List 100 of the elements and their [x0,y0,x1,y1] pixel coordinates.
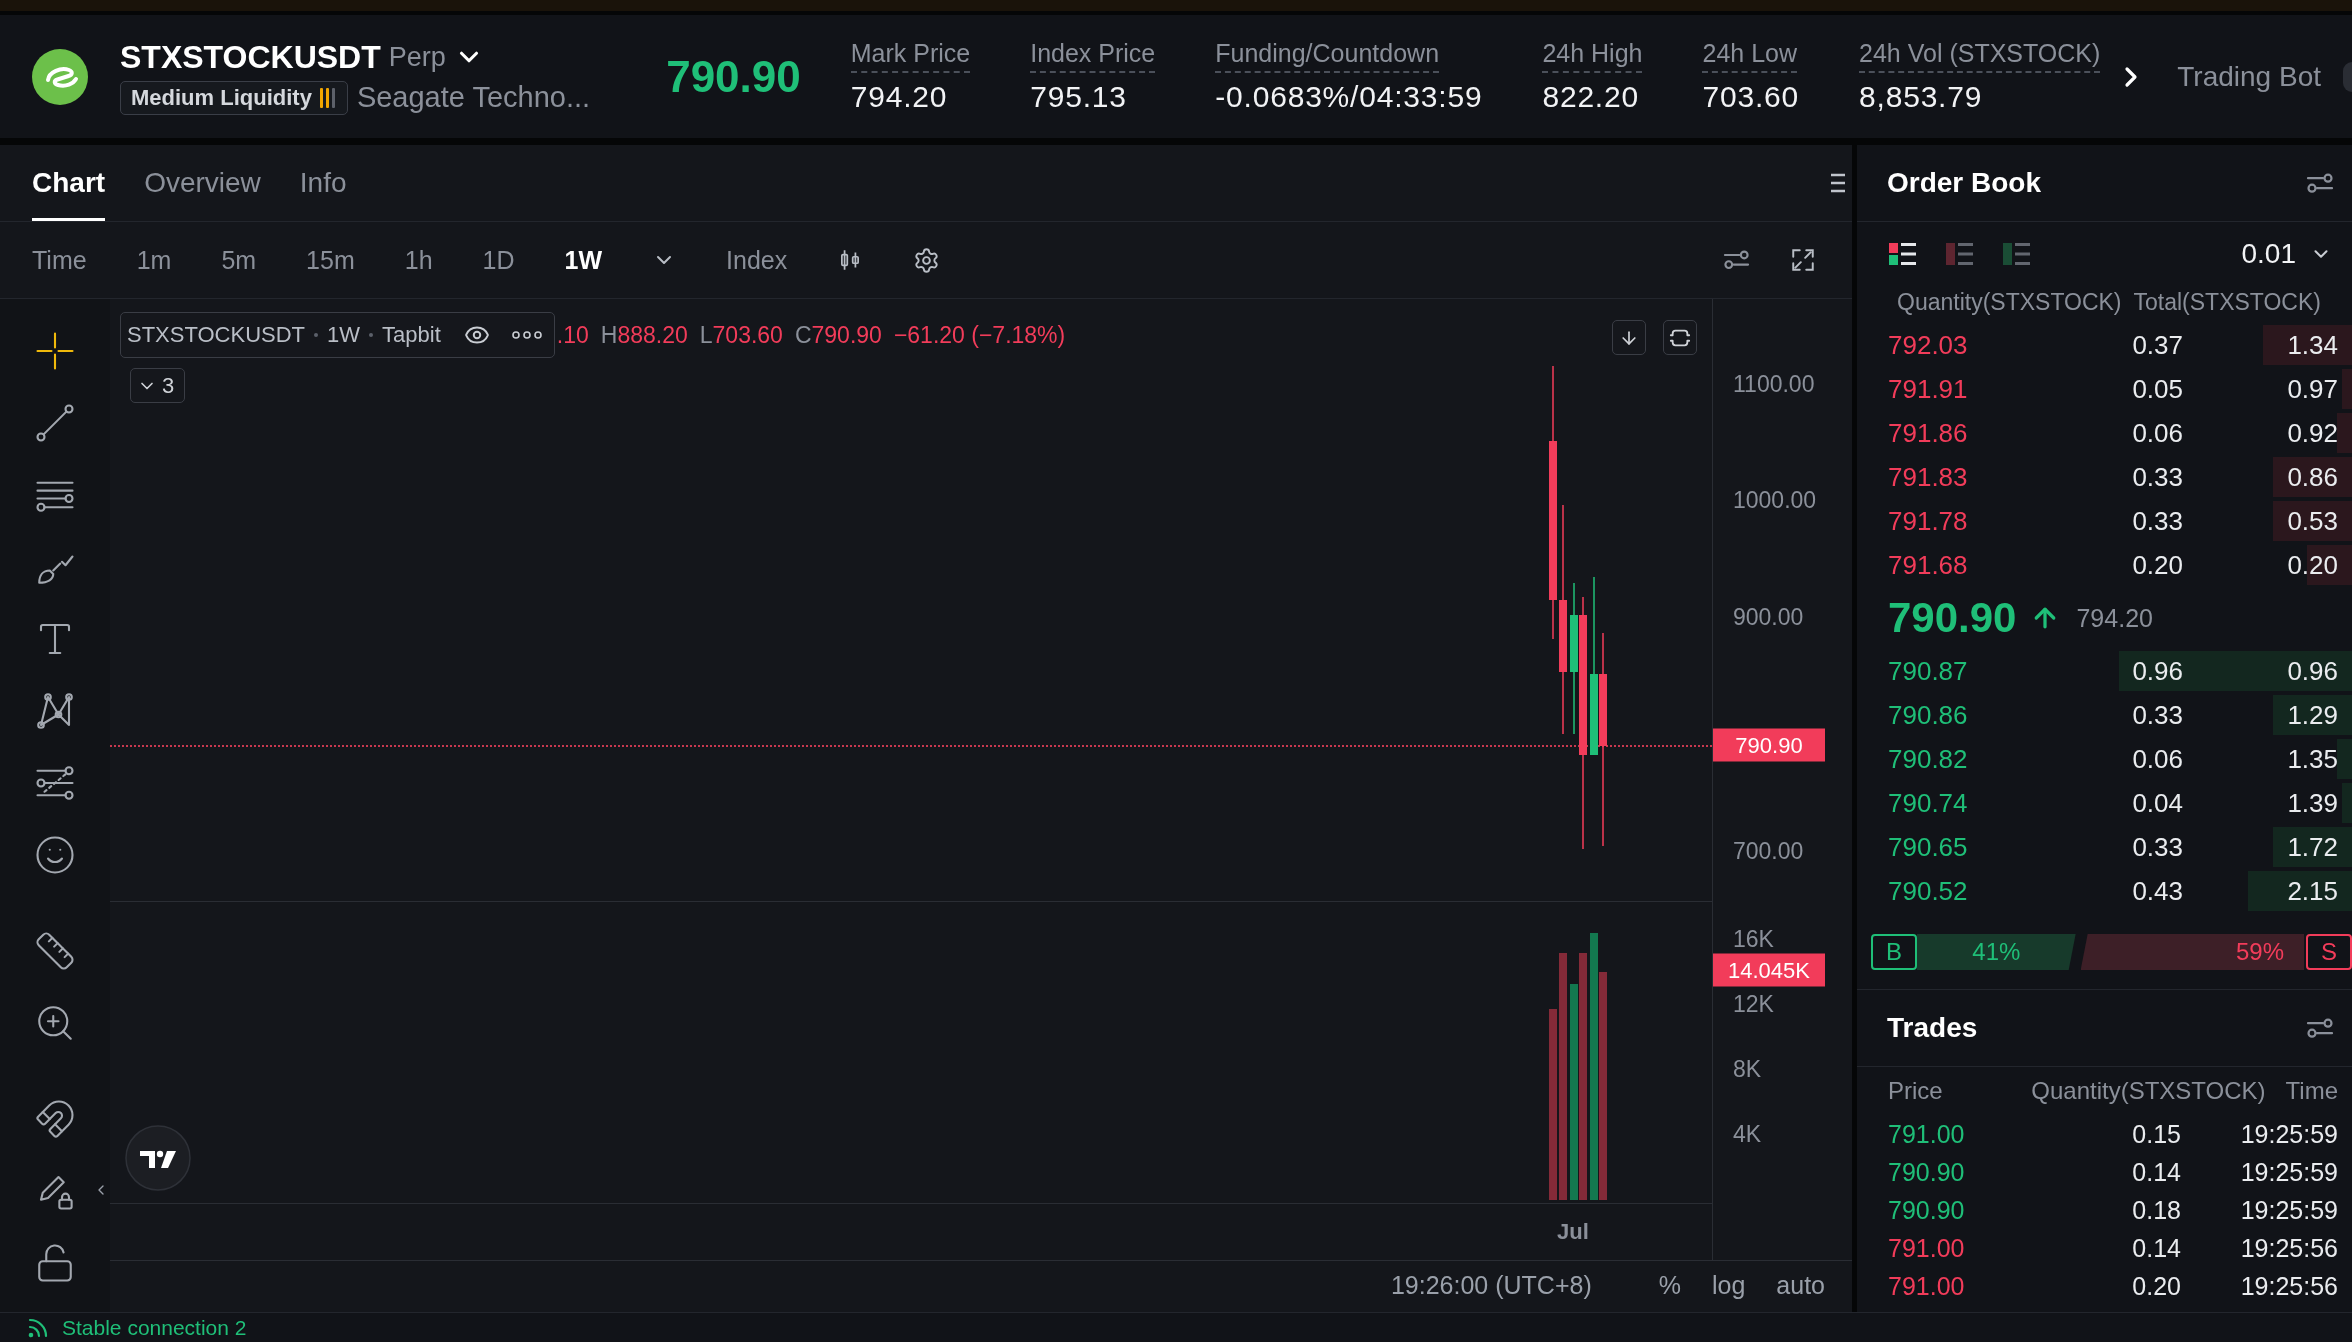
stat-label: 24h Low [1702,39,1797,73]
more-icon[interactable] [511,331,542,339]
stat-value: -0.0683%/04:33:59 [1215,80,1483,114]
sliders-icon[interactable] [2306,1016,2334,1040]
current-volume-tag: 14.045K [1713,953,1825,987]
time-cell-text: 19:25:59 [2239,1195,2338,1225]
arrow-down-button[interactable] [1612,320,1646,355]
magnet-icon[interactable] [34,1098,76,1140]
indicator-toggle-button[interactable]: 3 [130,368,186,403]
scale-option[interactable]: auto [1776,1271,1825,1300]
chart-tab[interactable]: Chart [32,145,106,221]
stat-value: 794.20 [850,80,948,114]
total-cell-text: 0.20 [2286,549,2338,581]
chart-tab[interactable]: Info [299,145,347,221]
interval-button[interactable]: 1m [136,245,172,275]
order-book-last-price: 790.90 [1888,594,2017,642]
time-cell-text: 19:25:59 [2239,1157,2338,1187]
price-cell[interactable]: 791.68 [1888,549,2033,581]
interval-button[interactable]: 15m [306,245,355,275]
time-cell-text: 19:25:56 [2239,1233,2338,1263]
price-axis-label: 1100.00 [1733,370,1815,398]
total-cell-text: 1.34 [2286,329,2338,361]
symbol-name[interactable]: STXSTOCKUSDT [120,38,381,76]
stat-value: 822.20 [1542,80,1639,114]
stat-value: 703.60 [1702,80,1800,114]
price-cell[interactable]: 791.78 [1888,505,2033,537]
sell-ratio-bar: 59% [2080,934,2304,970]
price-cell[interactable]: 790.86 [1888,699,2033,731]
fullscreen-icon[interactable] [1790,247,1816,273]
price-cell[interactable]: 790.74 [1888,787,2033,819]
volume-axis-label: 12K [1733,990,1774,1018]
interval-button[interactable]: Time [32,245,87,275]
settings-icon[interactable] [913,246,941,274]
trades-title: Trades [1887,1012,1978,1044]
interval-button[interactable]: 1W [564,245,603,275]
quantity-cell-text: 0.04 [2131,787,2183,819]
contract-type: Perp [388,41,446,73]
chart-tab[interactable]: Overview [144,145,261,221]
price-cell-text: 790.90 [1888,1195,1966,1225]
time-axis-label: Jul [1557,1219,1589,1245]
column-header: Price [1888,1077,1943,1105]
price-cell[interactable]: 790.52 [1888,875,2033,907]
liquidity-label: Medium Liquidity [131,84,312,111]
legend-source: Tapbit [382,322,441,348]
price-cell-text: 790.90 [1888,1157,1966,1187]
total-cell-text: 1.29 [2286,699,2338,731]
column-header: Time [2285,1077,2338,1105]
company-name: Seagate Techno... [356,81,591,114]
quantity-cell-text: 0.33 [2131,831,2183,863]
price-source-button[interactable]: Index [726,245,788,275]
stat-value: 8,853.79 [1859,80,1983,114]
volume-axis-label: 8K [1733,1055,1762,1083]
price-cell[interactable]: 790.87 [1888,655,2033,687]
price-cell-text: 791.00 [1888,1271,1966,1301]
connected-points-icon[interactable] [34,690,76,732]
current-price-tag: 790.90 [1713,728,1825,762]
price-cell[interactable]: 790.65 [1888,831,2033,863]
trading-bot-link[interactable]: Trading Bot [2177,60,2321,93]
column-header: Quantity(STXSTOCK) [1897,288,2122,316]
connection-status: Stable connection 2 [62,1315,247,1340]
frame-button[interactable] [1663,320,1697,355]
total-cell-text: 0.92 [2286,417,2338,449]
signal-icon [28,1317,48,1338]
legend-label: L [699,321,713,349]
crosshair-icon[interactable] [34,330,76,372]
interval-button[interactable]: 1h [404,245,433,275]
legend-value: 703.60 [712,321,783,349]
buy-ratio-bar: 41% [1917,934,2076,970]
sliders-icon[interactable] [1723,249,1750,271]
interval-button[interactable]: 1D [482,245,515,275]
clock-text: 19:26:00 (UTC+8) [1390,1271,1592,1300]
column-header: Quantity(STXSTOCK) [2031,1077,2266,1105]
scale-option[interactable]: log [1711,1271,1746,1300]
price-cell-text: 791.00 [1888,1119,1966,1149]
price-cell[interactable]: 792.03 [1888,329,2033,361]
price-cell[interactable]: 791.83 [1888,461,2033,493]
scale-option[interactable]: % [1658,1271,1681,1300]
stat-label: Funding/Countdown [1215,39,1440,73]
quantity-cell-text: 0.15 [2131,1119,2181,1149]
sliders-icon[interactable] [2306,171,2334,195]
total-cell-text: 2.15 [2286,875,2338,907]
price-cell-text: 791.00 [1888,1233,1966,1263]
legend-open-value: .10 [556,321,589,349]
quantity-cell-text: 0.20 [2131,1271,2181,1301]
precision-select[interactable]: 0.01 [2241,238,2332,270]
smiley-icon[interactable] [34,834,76,876]
book-layout-icon[interactable] [1889,243,1916,265]
diagonal-line-icon[interactable] [34,402,76,444]
ruler-icon[interactable] [34,930,76,972]
price-cell[interactable]: 791.86 [1888,417,2033,449]
quantity-cell-text: 0.06 [2131,743,2183,775]
price-cell[interactable]: 791.91 [1888,373,2033,405]
chart-logo-icon[interactable] [125,1125,191,1191]
total-cell-text: 1.72 [2286,831,2338,863]
price-cell[interactable]: 790.82 [1888,743,2033,775]
interval-button[interactable]: 5m [221,245,257,275]
legend-value: 888.20 [617,321,688,349]
legend-value: 790.90 [811,321,882,349]
quantity-cell-text: 0.33 [2131,699,2183,731]
menu-icon[interactable] [1831,172,1845,194]
